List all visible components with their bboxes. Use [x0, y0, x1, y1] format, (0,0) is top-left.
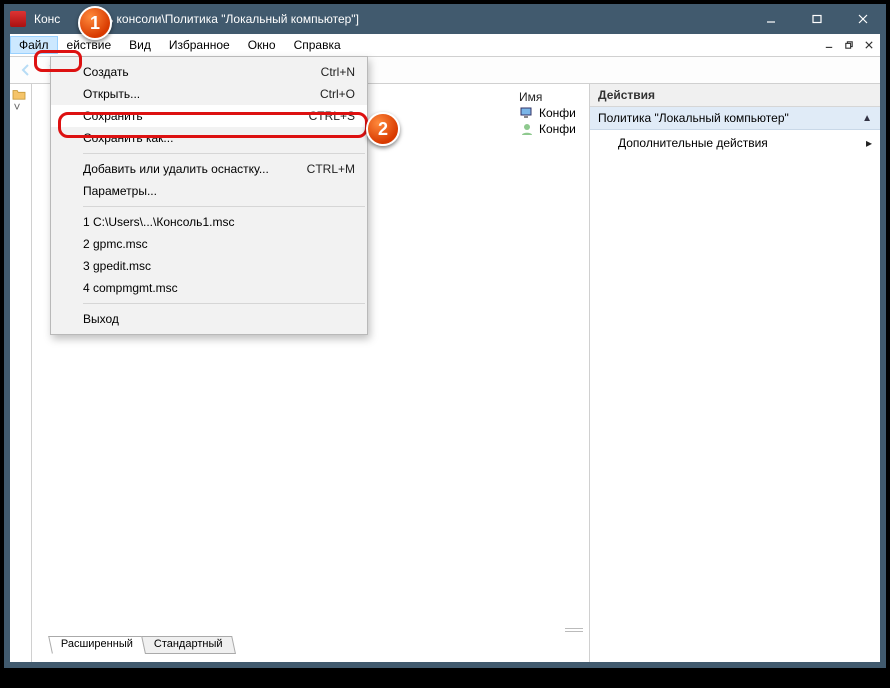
actions-more-label: Дополнительные действия — [618, 136, 768, 150]
collapse-icon: ▲ — [862, 113, 872, 124]
mdi-restore-button[interactable] — [840, 37, 858, 53]
annotation-marker-2: 2 — [366, 112, 400, 146]
menu-item-options[interactable]: Параметры... — [51, 180, 367, 202]
menu-window[interactable]: Окно — [239, 36, 285, 54]
menu-item-create[interactable]: Создать Ctrl+N — [51, 61, 367, 83]
tree-root[interactable] — [10, 88, 31, 100]
tab-standard[interactable]: Стандартный — [141, 636, 235, 654]
window-controls — [748, 4, 886, 34]
column-header-name[interactable]: Имя — [519, 90, 542, 104]
list-item-label: Конфи — [539, 106, 576, 120]
list-item[interactable]: Конфи — [519, 122, 579, 136]
menu-item-recent-1[interactable]: 1 C:\Users\...\Консоль1.msc — [51, 211, 367, 233]
menu-item-open[interactable]: Открыть... Ctrl+O — [51, 83, 367, 105]
title-suffix: рень консоли\Политика "Локальный компьют… — [87, 12, 359, 26]
menu-item-label: Сохранить — [83, 109, 143, 123]
minimize-button[interactable] — [748, 4, 794, 34]
menu-shortcut: CTRL+M — [307, 162, 355, 176]
menu-item-label: 3 gpedit.msc — [83, 259, 151, 273]
client-area: Файл ействие Вид Избранное Окно Справка … — [10, 34, 880, 662]
title-prefix: Конс — [34, 12, 60, 26]
menu-item-save[interactable]: Сохранить CTRL+S — [51, 105, 367, 127]
close-button[interactable] — [840, 4, 886, 34]
resize-grip[interactable] — [565, 628, 583, 632]
file-dropdown: Создать Ctrl+N Открыть... Ctrl+O Сохранить… — [50, 56, 368, 335]
menu-item-label: Открыть... — [83, 87, 140, 101]
menu-item-add-snapin[interactable]: Добавить или удалить оснастку... CTRL+M — [51, 158, 367, 180]
folder-icon — [12, 88, 26, 100]
titlebar: Конс рень консоли\Политика "Локальный ко… — [4, 4, 886, 34]
menu-item-recent-4[interactable]: 4 compmgmt.msc — [51, 277, 367, 299]
menubar: Файл ействие Вид Избранное Окно Справка — [10, 34, 880, 56]
mdi-controls — [820, 37, 880, 53]
mdi-minimize-button[interactable] — [820, 37, 838, 53]
menu-view[interactable]: Вид — [120, 36, 160, 54]
actions-pane: Действия Политика "Локальный компьютер" … — [590, 84, 880, 662]
menu-item-label: 2 gpmc.msc — [83, 237, 148, 251]
menu-favorites[interactable]: Избранное — [160, 36, 239, 54]
actions-subheader-label: Политика "Локальный компьютер" — [598, 111, 789, 125]
tree-pane[interactable]: ˅ — [10, 84, 32, 662]
actions-more[interactable]: Дополнительные действия ▸ — [590, 130, 880, 156]
actions-subheader[interactable]: Политика "Локальный компьютер" ▲ — [590, 107, 880, 130]
menu-item-recent-3[interactable]: 3 gpedit.msc — [51, 255, 367, 277]
menu-item-label: 4 compmgmt.msc — [83, 281, 178, 295]
maximize-button[interactable] — [794, 4, 840, 34]
actions-header: Действия — [590, 84, 880, 107]
mdi-close-button[interactable] — [860, 37, 878, 53]
menu-shortcut: Ctrl+N — [321, 65, 355, 79]
user-icon — [519, 122, 535, 136]
menu-item-label: 1 C:\Users\...\Консоль1.msc — [83, 215, 234, 229]
view-tabs: Расширенный Стандартный — [32, 636, 589, 658]
back-button[interactable] — [14, 59, 38, 81]
list-item[interactable]: Конфи — [519, 106, 579, 120]
menu-item-exit[interactable]: Выход — [51, 308, 367, 330]
menu-item-label: Выход — [83, 312, 119, 326]
menu-shortcut: CTRL+S — [309, 109, 355, 123]
list-item-label: Конфи — [539, 122, 576, 136]
annotation-marker-1: 1 — [78, 6, 112, 40]
menu-item-recent-2[interactable]: 2 gpmc.msc — [51, 233, 367, 255]
computer-icon — [519, 106, 535, 120]
menu-shortcut: Ctrl+O — [320, 87, 355, 101]
chevron-right-icon: ▸ — [866, 136, 872, 150]
tree-expander[interactable]: ˅ — [10, 100, 31, 114]
menu-item-save-as[interactable]: Сохранить как... — [51, 127, 367, 149]
menu-item-label: Создать — [83, 65, 129, 79]
menu-item-label: Параметры... — [83, 184, 157, 198]
menu-item-label: Сохранить как... — [83, 131, 173, 145]
menu-item-label: Добавить или удалить оснастку... — [83, 162, 269, 176]
menu-file[interactable]: Файл — [10, 36, 58, 54]
menu-help[interactable]: Справка — [285, 36, 350, 54]
tab-extended[interactable]: Расширенный — [48, 636, 146, 654]
app-icon — [10, 11, 26, 27]
